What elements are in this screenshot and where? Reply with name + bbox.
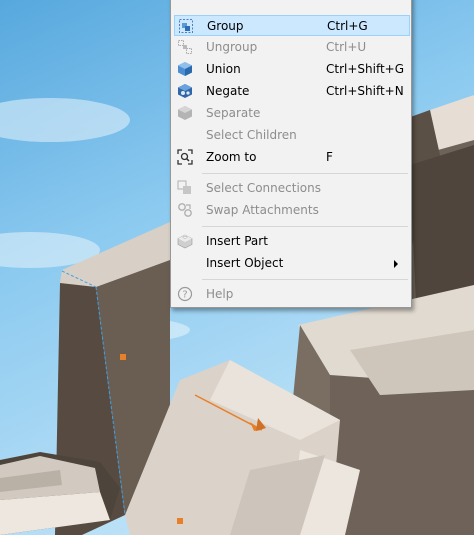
swap-attachments-icon bbox=[177, 202, 193, 218]
menu-item-shortcut: Ctrl+Shift+N bbox=[326, 84, 404, 98]
help-icon: ? bbox=[177, 286, 193, 302]
menu-item-zoom-to[interactable]: Zoom to F bbox=[174, 147, 410, 168]
ungroup-icon bbox=[177, 39, 193, 55]
insert-part-icon bbox=[177, 233, 193, 249]
menu-item-label: Ungroup bbox=[206, 40, 258, 54]
group-icon bbox=[178, 18, 194, 34]
selection-handle[interactable] bbox=[120, 354, 126, 360]
menu-item-negate[interactable]: Negate Ctrl+Shift+N bbox=[174, 81, 410, 102]
union-icon bbox=[177, 61, 193, 77]
menu-item-label: Union bbox=[206, 62, 241, 76]
selection-handle[interactable] bbox=[177, 518, 183, 524]
menu-separator bbox=[202, 226, 408, 227]
menu-item-select-children[interactable]: Select Children bbox=[174, 125, 410, 146]
separate-icon bbox=[177, 105, 193, 121]
menu-item-group[interactable]: Group Ctrl+G bbox=[174, 15, 410, 36]
svg-text:?: ? bbox=[182, 290, 187, 301]
menu-item-select-connections[interactable]: Select Connections bbox=[174, 178, 410, 199]
menu-item-shortcut: Ctrl+Shift+G bbox=[326, 62, 405, 76]
menu-item-shortcut: F bbox=[326, 150, 333, 164]
menu-separator bbox=[202, 173, 408, 174]
menu-item-label: Separate bbox=[206, 106, 261, 120]
menu-item-label: Group bbox=[207, 19, 244, 33]
menu-item-help[interactable]: ? Help bbox=[174, 284, 410, 305]
negate-icon bbox=[177, 83, 193, 99]
menu-item-label: Select Connections bbox=[206, 181, 321, 195]
menu-item-label: Insert Part bbox=[206, 234, 268, 248]
menu-item-label: Select Children bbox=[206, 128, 297, 142]
menu-item-label: Insert Object bbox=[206, 256, 284, 270]
zoom-to-icon bbox=[177, 149, 193, 165]
submenu-arrow-icon bbox=[394, 260, 398, 268]
menu-item-label: Swap Attachments bbox=[206, 203, 319, 217]
menu-item-label: Help bbox=[206, 287, 234, 301]
menu-item-ungroup[interactable]: Ungroup Ctrl+U bbox=[174, 37, 410, 58]
menu-separator bbox=[202, 279, 408, 280]
context-menu: Group Ctrl+G Ungroup Ctrl+U Union Ctrl+S… bbox=[170, 0, 412, 308]
menu-item-swap-attachments[interactable]: Swap Attachments bbox=[174, 200, 410, 221]
menu-item-insert-object[interactable]: Insert Object bbox=[174, 253, 410, 274]
menu-item-shortcut: Ctrl+U bbox=[326, 40, 367, 54]
menu-item-label: Zoom to bbox=[206, 150, 257, 164]
menu-item-separate[interactable]: Separate bbox=[174, 103, 410, 124]
menu-item-label: Negate bbox=[206, 84, 250, 98]
menu-item-shortcut: Ctrl+G bbox=[327, 19, 368, 33]
menu-item-insert-part[interactable]: Insert Part bbox=[174, 231, 410, 252]
select-connections-icon bbox=[177, 180, 193, 196]
menu-item-union[interactable]: Union Ctrl+Shift+G bbox=[174, 59, 410, 80]
